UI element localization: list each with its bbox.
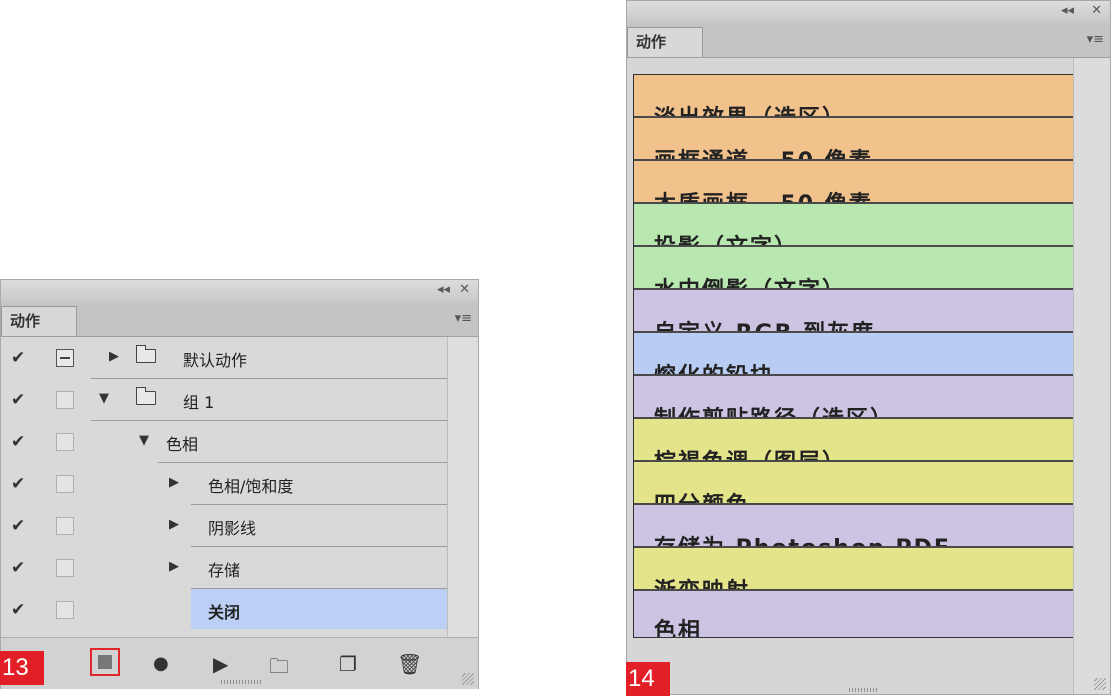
- delete-icon[interactable]: 🗑: [397, 652, 422, 676]
- actions-panel-button-mode: ◂◂ ✕ 动作 ▾≡ 淡出效果（选区） 画框通道 - 50 像素木质画框 - 50…: [626, 0, 1111, 696]
- list-item[interactable]: ✔ ▼ 组 1: [1, 379, 448, 421]
- action-button-label: 制作剪贴路径（选区）: [654, 401, 894, 417]
- expand-triangle-icon[interactable]: ▶: [169, 559, 179, 574]
- dialog-toggle[interactable]: [56, 433, 74, 451]
- new-set-icon[interactable]: 🗀: [269, 652, 289, 686]
- check-icon[interactable]: ✔: [11, 474, 25, 494]
- folder-icon: [136, 387, 156, 405]
- collapse-triangle-icon[interactable]: ▼: [139, 433, 149, 448]
- list-item[interactable]: ✔ ▶ 色相/饱和度: [1, 463, 448, 505]
- expand-triangle-icon[interactable]: ▶: [169, 517, 179, 532]
- action-button-label: 水中倒影（文字）: [654, 272, 846, 288]
- step-badge: 13: [0, 651, 44, 685]
- folder-icon: [136, 345, 156, 363]
- panel-titlebar: ◂◂ ✕: [627, 1, 1110, 24]
- action-button[interactable]: 投影（文字）: [634, 204, 1076, 247]
- expand-triangle-icon[interactable]: ▶: [109, 349, 119, 364]
- new-action-icon[interactable]: ❐: [339, 652, 357, 676]
- action-button-label: 色相: [654, 619, 703, 637]
- actions-panel-list-mode: ◂◂ ✕ 动作 ▾≡ ✔ ▶ 默认动作 ✔ ▼ 组 1 ✔ ▼ 色相 ✔ ▶ 色…: [0, 279, 479, 689]
- action-button[interactable]: 木质画框 - 50 像素: [634, 161, 1076, 204]
- dialog-toggle[interactable]: [56, 391, 74, 409]
- resize-grip[interactable]: [849, 688, 879, 692]
- check-icon[interactable]: ✔: [11, 558, 25, 578]
- tab-bar: 动作 ▾≡: [627, 23, 1110, 58]
- tab-actions[interactable]: 动作: [627, 27, 703, 57]
- action-button[interactable]: 渐变映射: [634, 548, 1076, 591]
- action-button-label: 棕褐色调（图层）: [654, 444, 846, 460]
- action-button-stack: 淡出效果（选区） 画框通道 - 50 像素木质画框 - 50 像素投影（文字） 水中…: [633, 74, 1077, 638]
- list-item[interactable]: ✔ ▶ 存储: [1, 547, 448, 589]
- action-button-label: 自定义 RGB 到灰度: [654, 315, 875, 331]
- check-icon[interactable]: ✔: [11, 348, 25, 368]
- check-icon[interactable]: ✔: [11, 390, 25, 410]
- close-icon[interactable]: ✕: [1091, 3, 1102, 18]
- action-button-label: 淡出效果（选区）: [654, 100, 846, 116]
- list-item[interactable]: ✔ ▶ 阴影线: [1, 505, 448, 547]
- list-item-selected[interactable]: ✔ 关闭: [1, 589, 448, 631]
- actions-toolbar: ● ▶ 🗀 ❐ 🗑: [1, 637, 478, 689]
- scrollbar[interactable]: [447, 337, 478, 637]
- record-icon[interactable]: ●: [153, 653, 169, 674]
- step-badge: 14: [626, 662, 670, 696]
- resize-grip[interactable]: [221, 680, 261, 684]
- check-icon[interactable]: ✔: [11, 600, 25, 620]
- action-button-label: 画框通道 - 50 像素: [654, 143, 873, 159]
- list-item[interactable]: ✔ ▶ 默认动作: [1, 337, 448, 379]
- actions-list: ✔ ▶ 默认动作 ✔ ▼ 组 1 ✔ ▼ 色相 ✔ ▶ 色相/饱和度 ✔ ▶ 阴…: [1, 337, 448, 637]
- action-button[interactable]: 画框通道 - 50 像素: [634, 118, 1076, 161]
- panel-menu-icon[interactable]: ▾≡: [455, 311, 472, 326]
- action-button[interactable]: 色相: [634, 591, 1076, 637]
- panel-titlebar: ◂◂ ✕: [1, 280, 478, 303]
- action-set-label: 组 1: [183, 393, 215, 412]
- double-left-arrow-icon[interactable]: ◂◂: [437, 282, 450, 297]
- action-button-label: 渐变映射: [654, 573, 750, 589]
- dialog-toggle[interactable]: [56, 601, 74, 619]
- action-button-label: 熔化的铅块: [654, 358, 774, 374]
- action-buttons-area: 淡出效果（选区） 画框通道 - 50 像素木质画框 - 50 像素投影（文字） 水中…: [627, 58, 1077, 694]
- dialog-toggle[interactable]: [56, 559, 74, 577]
- action-button[interactable]: 棕褐色调（图层）: [634, 419, 1076, 462]
- check-icon[interactable]: ✔: [11, 516, 25, 536]
- resize-corner[interactable]: [462, 673, 474, 685]
- action-button[interactable]: 四分颜色: [634, 462, 1076, 505]
- tab-actions[interactable]: 动作: [1, 306, 77, 336]
- list-item[interactable]: ✔ ▼ 色相: [1, 421, 448, 463]
- scrollbar[interactable]: [1073, 58, 1110, 694]
- action-button-label: 存储为 Photoshop PDF: [654, 530, 951, 546]
- action-button[interactable]: 存储为 Photoshop PDF: [634, 505, 1076, 548]
- command-label: 存储: [208, 561, 241, 580]
- double-left-arrow-icon[interactable]: ◂◂: [1061, 3, 1074, 18]
- resize-corner[interactable]: [1094, 678, 1106, 690]
- dialog-toggle[interactable]: [56, 517, 74, 535]
- command-label: 阴影线: [208, 519, 257, 538]
- action-button[interactable]: 淡出效果（选区）: [634, 75, 1076, 118]
- action-button[interactable]: 自定义 RGB 到灰度: [634, 290, 1076, 333]
- expand-triangle-icon[interactable]: ▶: [169, 475, 179, 490]
- command-label: 色相/饱和度: [208, 477, 294, 496]
- stop-icon[interactable]: [90, 648, 120, 676]
- dialog-toggle[interactable]: [56, 349, 74, 367]
- action-button[interactable]: 水中倒影（文字）: [634, 247, 1076, 290]
- play-icon[interactable]: ▶: [213, 652, 228, 676]
- check-icon[interactable]: ✔: [11, 432, 25, 452]
- action-button-label: 投影（文字）: [654, 229, 798, 245]
- dialog-toggle[interactable]: [56, 475, 74, 493]
- collapse-triangle-icon[interactable]: ▼: [99, 391, 109, 406]
- action-button[interactable]: 熔化的铅块: [634, 333, 1076, 376]
- action-button-label: 四分颜色: [654, 487, 750, 503]
- action-set-label: 默认动作: [183, 351, 248, 370]
- panel-menu-icon[interactable]: ▾≡: [1087, 32, 1104, 47]
- close-icon[interactable]: ✕: [459, 282, 470, 297]
- action-button-label: 木质画框 - 50 像素: [654, 186, 873, 202]
- action-label: 色相: [166, 435, 199, 454]
- command-label: 关闭: [208, 603, 241, 622]
- tab-bar: 动作 ▾≡: [1, 302, 478, 337]
- action-button[interactable]: 制作剪贴路径（选区）: [634, 376, 1076, 419]
